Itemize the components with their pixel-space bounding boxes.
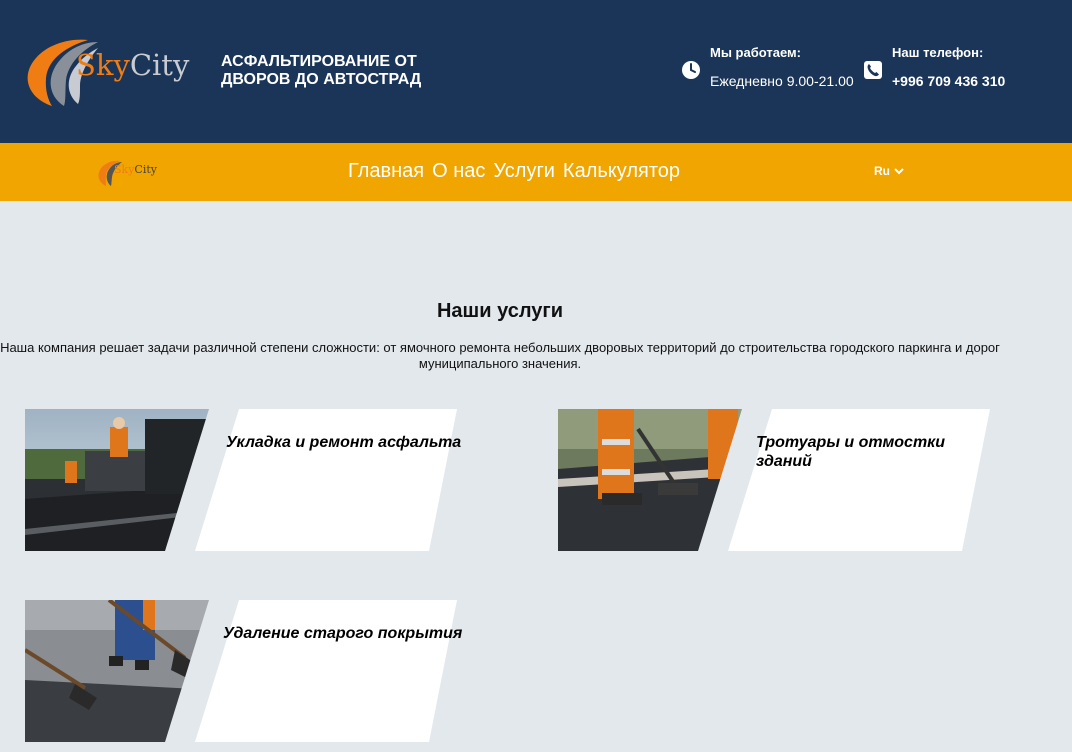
phone-number[interactable]: +996 709 436 310 bbox=[892, 73, 1005, 89]
main-navbar: SkyCity Главная О нас Услуги Калькулятор… bbox=[0, 143, 1072, 201]
nav-item-about[interactable]: О нас bbox=[432, 160, 485, 183]
service-card-title: Тротуары и отмостки зданий bbox=[756, 434, 946, 470]
nav-item-home[interactable]: Главная bbox=[348, 160, 424, 183]
nav-logo[interactable]: SkyCity bbox=[96, 158, 160, 188]
service-card-sidewalks[interactable]: Тротуары и отмостки зданий bbox=[558, 409, 998, 551]
chevron-down-icon bbox=[894, 168, 904, 175]
nav-item-calculator[interactable]: Калькулятор bbox=[563, 160, 680, 183]
svg-text:SkyCity: SkyCity bbox=[114, 163, 158, 176]
card-panel-shape bbox=[698, 409, 990, 551]
clock-icon bbox=[682, 61, 700, 79]
hours-value: Ежедневно 9.00-21.00 bbox=[710, 73, 854, 89]
header-tagline: АСФАЛЬТИРОВАНИЕ ОТ ДВОРОВ ДО АВТОСТРАД bbox=[221, 53, 422, 88]
nav-logo-swoosh-icon: SkyCity bbox=[98, 160, 158, 186]
language-select[interactable]: Ru bbox=[874, 164, 904, 178]
card-panel-shape bbox=[165, 409, 457, 551]
card-panel-shape bbox=[165, 600, 457, 742]
services-title: Наши услуги bbox=[436, 300, 564, 322]
phone-label: Наш телефон: bbox=[892, 45, 984, 60]
phone-block: Наш телефон: +996 709 436 310 bbox=[892, 45, 1005, 89]
nav-item-services[interactable]: Услуги bbox=[493, 160, 555, 183]
service-card-title: Удаление старого покрытия bbox=[223, 625, 463, 642]
top-header: SkyCity АСФАЛЬТИРОВАНИЕ ОТ ДВОРОВ ДО АВТ… bbox=[0, 0, 1072, 143]
logo-wordmark: SkyCity bbox=[76, 48, 190, 82]
nav-menu: Главная О нас Услуги Калькулятор bbox=[348, 160, 688, 183]
working-hours: Мы работаем: Ежедневно 9.00-21.00 bbox=[710, 45, 854, 89]
service-card-removal[interactable]: Удаление старого покрытия bbox=[25, 600, 465, 742]
service-card-asphalt[interactable]: Укладка и ремонт асфальта bbox=[25, 409, 465, 551]
services-description: Наша компания решает задачи различной ст… bbox=[0, 340, 1000, 371]
phone-icon bbox=[864, 61, 882, 79]
hours-label: Мы работаем: bbox=[710, 45, 801, 60]
skycity-logo[interactable]: SkyCity bbox=[18, 36, 196, 110]
language-label: Ru bbox=[874, 164, 890, 178]
service-card-title: Укладка и ремонт асфальта bbox=[226, 434, 462, 451]
